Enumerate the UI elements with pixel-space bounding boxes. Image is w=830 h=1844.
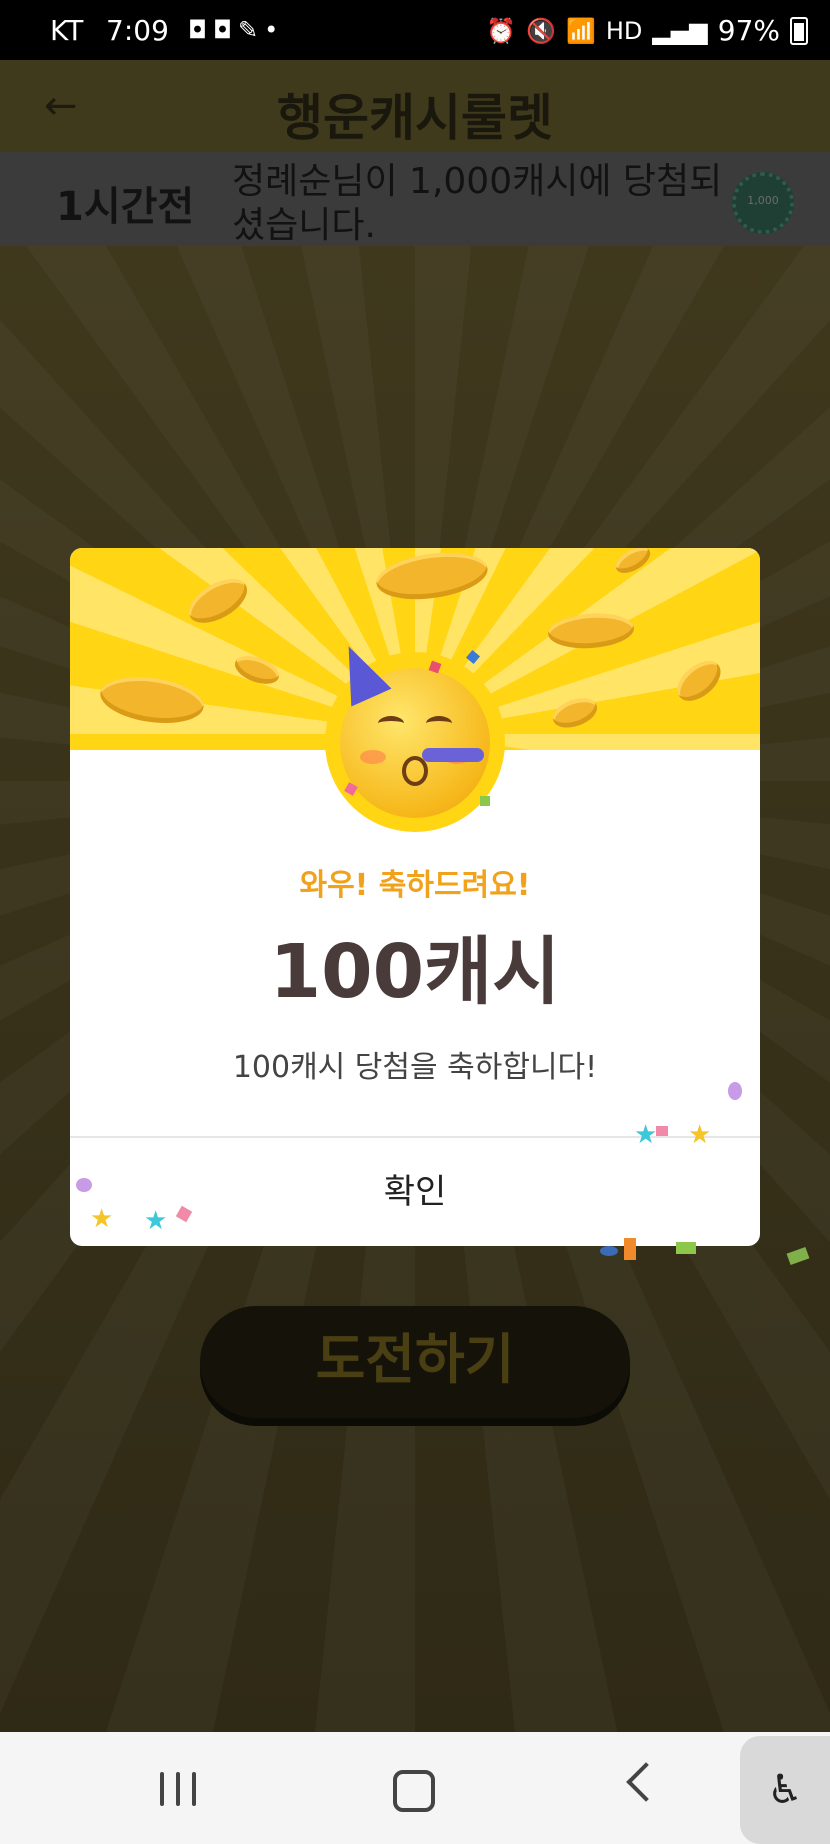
confetti-icon [676, 1242, 696, 1254]
carrier-label: KT [50, 14, 84, 47]
hd-icon: HD [605, 16, 643, 45]
ticker-message: 정례순님이 1,000캐시에 당첨되셨습니다. [232, 161, 723, 246]
party-blower-icon [422, 748, 484, 762]
accessibility-icon[interactable]: ♿ [740, 1736, 830, 1844]
confetti-icon [480, 796, 490, 806]
back-icon[interactable] [626, 1762, 666, 1802]
system-nav-bar [0, 1732, 830, 1844]
status-bar: KT 7:09 ◘◘✎• ⏰ 🔇 📶 HD ▂▄▆ 97% [0, 0, 830, 60]
alarm-icon: ⏰ [486, 16, 517, 45]
battery-icon [790, 16, 808, 45]
star-icon: ★ [688, 1120, 712, 1150]
notification-icons: ◘◘✎• [188, 16, 285, 44]
prize-description: 100캐시 당첨을 축하합니다! [232, 1050, 598, 1085]
coin-badge-icon: 1,000 [732, 172, 794, 234]
challenge-button: 도전하기 [200, 1306, 630, 1418]
confirm-button[interactable]: 확인 [70, 1138, 760, 1246]
home-icon[interactable] [393, 1770, 435, 1812]
confetti-icon [624, 1238, 636, 1260]
star-icon: ★ [90, 1204, 114, 1234]
confetti-icon [656, 1126, 668, 1136]
confetti-icon [76, 1178, 92, 1192]
confetti-icon [728, 1082, 742, 1100]
page-title: 행운캐시룰렛 [277, 89, 553, 147]
prize-amount: 100캐시 [269, 929, 561, 1015]
star-icon: ★ [144, 1206, 168, 1236]
system-indicators: ⏰ 🔇 📶 HD ▂▄▆ 97% [486, 14, 808, 47]
clock: 7:09 [106, 14, 169, 47]
recents-icon[interactable] [160, 1772, 196, 1806]
app-bar: ← 행운캐시룰렛 [0, 60, 830, 152]
signal-icon: ▂▄▆ [652, 16, 708, 45]
wifi-icon: 📶 [565, 16, 596, 45]
battery-percent: 97% [717, 14, 780, 47]
winner-ticker: 1시간전 정례순님이 1,000캐시에 당첨되셨습니다. 1,000 [0, 152, 830, 246]
mute-icon: 🔇 [526, 16, 556, 45]
ticker-time: 1시간전 [56, 184, 195, 230]
star-icon: ★ [634, 1120, 658, 1150]
confetti-icon [600, 1246, 618, 1256]
congrats-label: 와우! 축하드려요! [299, 868, 531, 903]
